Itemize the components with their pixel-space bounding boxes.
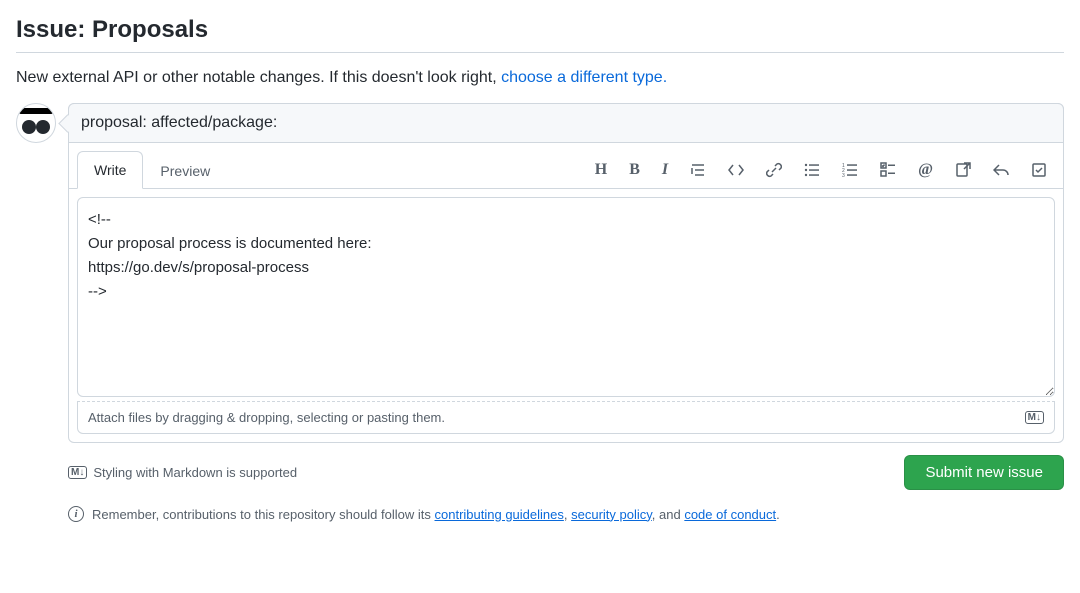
diff-icon[interactable]: [1027, 158, 1051, 182]
issue-title-input[interactable]: [68, 103, 1064, 143]
styling-hint[interactable]: M↓ Styling with Markdown is supported: [68, 465, 297, 480]
description: New external API or other notable change…: [16, 69, 1064, 87]
svg-text:3: 3: [842, 173, 845, 178]
markdown-badge-icon: M↓: [1025, 411, 1044, 424]
choose-type-link[interactable]: choose a different type.: [501, 69, 667, 86]
code-icon[interactable]: [724, 158, 748, 182]
contributing-guidelines-link[interactable]: contributing guidelines: [435, 507, 564, 522]
cross-reference-icon[interactable]: [951, 158, 975, 182]
tab-write[interactable]: Write: [77, 151, 143, 189]
styling-hint-text: Styling with Markdown is supported: [93, 465, 297, 480]
contribution-note: i Remember, contributions to this reposi…: [68, 506, 1064, 522]
heading-icon[interactable]: H: [591, 158, 611, 182]
avatar[interactable]: [16, 103, 56, 143]
markdown-badge-icon: M↓: [68, 466, 87, 479]
contrib-prefix: Remember, contributions to this reposito…: [92, 507, 435, 522]
description-text: New external API or other notable change…: [16, 69, 501, 86]
italic-icon[interactable]: I: [658, 158, 672, 182]
task-list-icon[interactable]: [876, 158, 900, 182]
attach-hint: Attach files by dragging & dropping, sel…: [88, 410, 445, 425]
issue-composer: Write Preview H B I 123 @: [68, 103, 1064, 443]
quote-icon[interactable]: [686, 158, 710, 182]
code-of-conduct-link[interactable]: code of conduct: [684, 507, 776, 522]
tab-preview[interactable]: Preview: [143, 151, 227, 189]
link-icon[interactable]: [762, 158, 786, 182]
security-policy-link[interactable]: security policy: [571, 507, 652, 522]
editor-tab-header: Write Preview H B I 123 @: [69, 151, 1063, 189]
submit-button[interactable]: Submit new issue: [904, 455, 1064, 490]
issue-body-textarea[interactable]: [77, 197, 1055, 397]
markdown-toolbar: H B I 123 @: [591, 158, 1055, 182]
page-title: Issue: Proposals: [16, 16, 1064, 52]
ordered-list-icon[interactable]: 123: [838, 158, 862, 182]
info-icon: i: [68, 506, 84, 522]
attach-bar[interactable]: Attach files by dragging & dropping, sel…: [77, 401, 1055, 434]
reply-icon[interactable]: [989, 158, 1013, 182]
mention-icon[interactable]: @: [914, 158, 937, 182]
divider: [16, 52, 1064, 53]
bold-icon[interactable]: B: [625, 158, 644, 182]
unordered-list-icon[interactable]: [800, 158, 824, 182]
